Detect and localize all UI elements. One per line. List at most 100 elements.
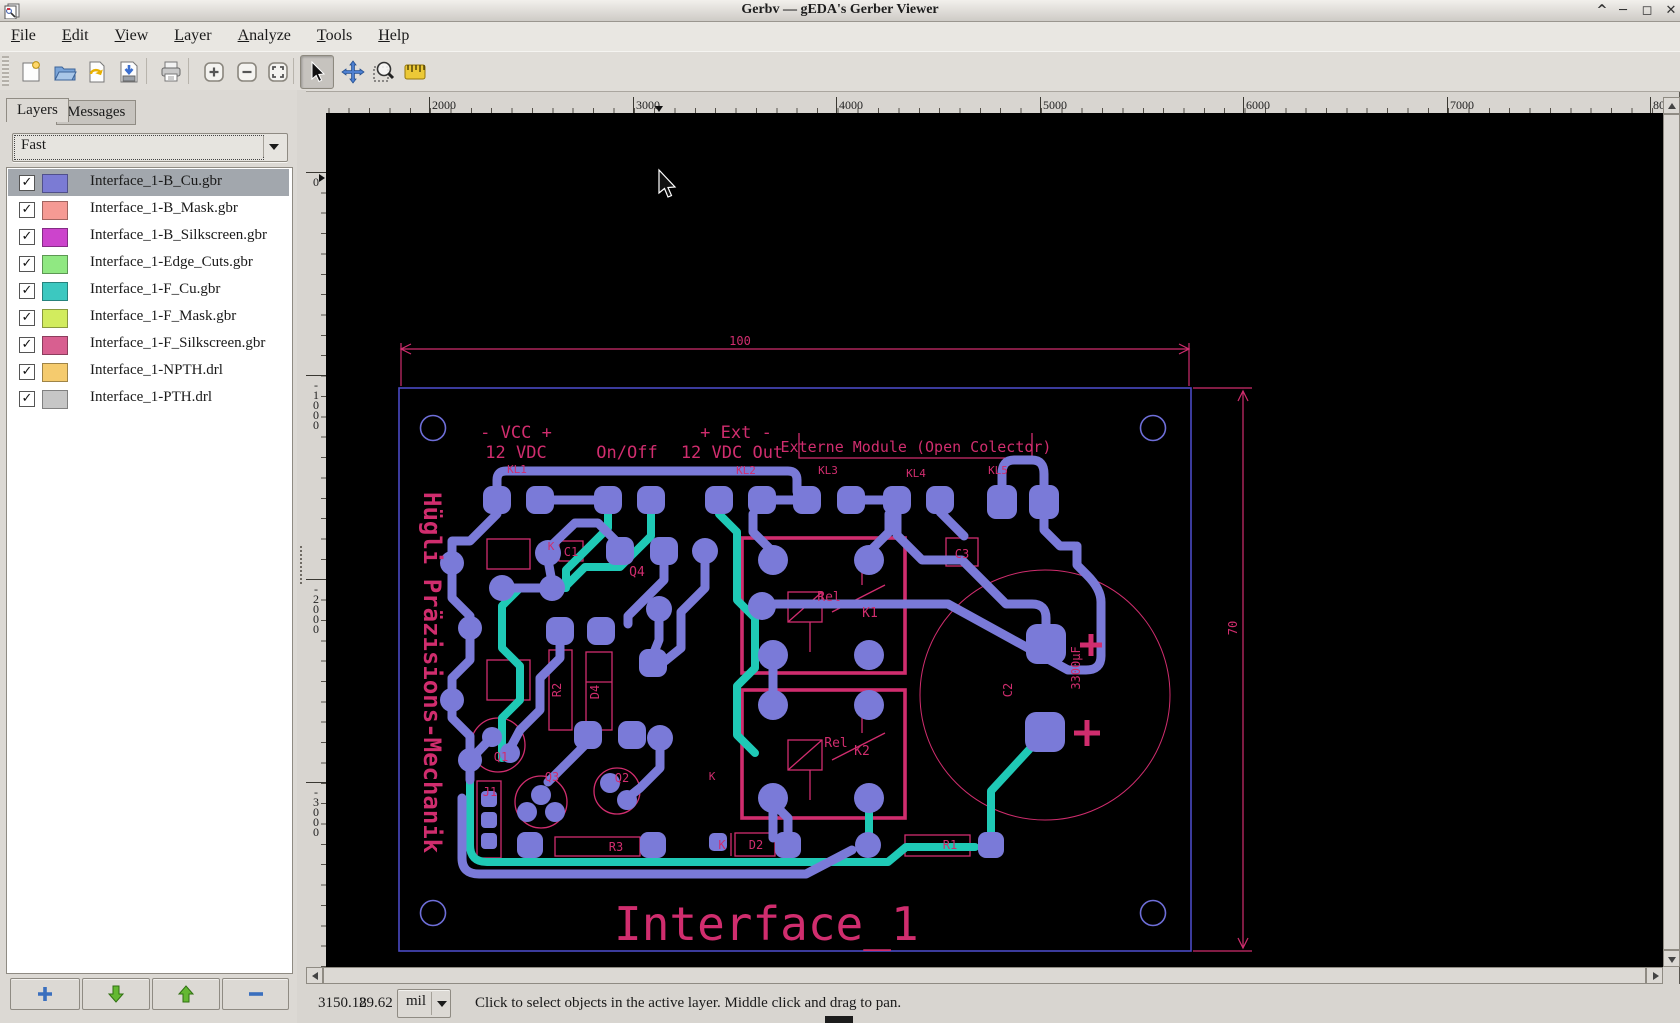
ruler-label: -3000 [309, 785, 323, 835]
menu-file[interactable]: File [0, 22, 47, 49]
render-mode-value: Fast [21, 137, 47, 153]
measure-tool-button[interactable] [398, 55, 432, 89]
pcb-canvas[interactable]: 100 70 - VCC + 12 VDC On/Off + Ext - 12 … [326, 113, 1663, 967]
pointer-tool-button[interactable] [300, 55, 334, 89]
layer-row[interactable]: ✓ Interface_1-F_Mask.gbr [8, 304, 289, 331]
layer-row[interactable]: ✓ Interface_1-PTH.drl [8, 385, 289, 412]
silk-board-name: Interface_1 [614, 897, 919, 951]
layer-color-swatch[interactable] [42, 228, 68, 247]
zoom-region-tool-button[interactable] [367, 55, 401, 89]
silk-k: K [709, 770, 716, 783]
minimize-button[interactable]: ─ [1612, 1, 1634, 20]
horizontal-scrollbar[interactable] [306, 967, 1663, 984]
silk-k2: K2 [854, 744, 870, 759]
print-button[interactable] [154, 55, 188, 89]
layer-color-swatch[interactable] [42, 255, 68, 274]
save-icon [120, 61, 138, 83]
vertical-scrollbar[interactable] [1663, 97, 1680, 967]
layer-visibility-checkbox[interactable]: ✓ [19, 364, 35, 380]
dim-width-label: 100 [729, 334, 751, 348]
layer-row[interactable]: ✓ Interface_1-Edge_Cuts.gbr [8, 250, 289, 277]
layer-visibility-checkbox[interactable]: ✓ [19, 256, 35, 272]
layer-row[interactable]: ✓ Interface_1-B_Silkscreen.gbr [8, 223, 289, 250]
toolbar-separator [146, 58, 148, 84]
layer-row[interactable]: ✓ Interface_1-F_Cu.gbr [8, 277, 289, 304]
dim-height-label: 70 [1226, 621, 1240, 635]
layer-list[interactable]: ✓ Interface_1-B_Cu.gbr ✓ Interface_1-B_M… [6, 167, 293, 974]
units-dropdown[interactable]: mil [397, 989, 451, 1018]
layer-color-swatch[interactable] [42, 336, 68, 355]
menu-view[interactable]: View [104, 22, 160, 49]
ruler-label: 4000 [839, 98, 863, 112]
ruler-label: -1000 [309, 378, 323, 428]
pane-splitter[interactable] [297, 90, 306, 1023]
layer-visibility-checkbox[interactable]: ✓ [19, 337, 35, 353]
toolbar-grip[interactable] [2, 56, 9, 86]
render-mode-focus [14, 135, 264, 160]
layer-row[interactable]: ✓ Interface_1-B_Cu.gbr [8, 169, 289, 196]
menu-tools[interactable]: Tools [306, 22, 363, 49]
add-layer-button[interactable] [10, 978, 80, 1010]
toolbar-separator [188, 58, 190, 84]
maximize-button[interactable]: ◻ [1636, 1, 1658, 20]
layer-color-swatch[interactable] [42, 309, 68, 328]
layer-row[interactable]: ✓ Interface_1-NPTH.drl [8, 358, 289, 385]
layer-color-swatch[interactable] [42, 201, 68, 220]
new-file-button[interactable] [14, 55, 48, 89]
menu-layer[interactable]: Layer [163, 22, 222, 49]
remove-layer-button[interactable] [222, 978, 289, 1010]
layer-visibility-checkbox[interactable]: ✓ [19, 175, 35, 191]
layer-color-swatch[interactable] [42, 174, 68, 193]
scroll-right-button[interactable] [1646, 967, 1663, 984]
layer-color-swatch[interactable] [42, 363, 68, 382]
move-layer-up-button[interactable] [152, 978, 220, 1010]
scroll-up-button[interactable] [1663, 97, 1680, 114]
layer-color-swatch[interactable] [42, 282, 68, 301]
layer-name: Interface_1-B_Cu.gbr [90, 173, 223, 189]
menu-analyze[interactable]: Analyze [227, 22, 302, 49]
layer-visibility-checkbox[interactable]: ✓ [19, 391, 35, 407]
silk-ext-2: 12 VDC Out [681, 443, 783, 463]
layer-visibility-checkbox[interactable]: ✓ [19, 283, 35, 299]
cursor-y-coordinate: 29.62 [359, 995, 393, 1011]
zoom-fit-button[interactable] [261, 55, 295, 89]
vertical-scroll-thumb[interactable] [1663, 114, 1680, 950]
silk-q3: Q3 [545, 770, 559, 784]
save-button[interactable] [112, 55, 146, 89]
tab-layers[interactable]: Layers [6, 98, 69, 122]
silk-cap-value: 3300µF [1069, 646, 1083, 689]
zoom-in-button[interactable] [197, 55, 231, 89]
silk-ext-1: + Ext - [700, 423, 772, 443]
ruler-label: 8000 [1653, 98, 1663, 112]
titlebar[interactable]: Gerbv — gEDA's Gerber Viewer ^ ─ ◻ ✕ [0, 0, 1680, 22]
revert-button[interactable] [80, 55, 114, 89]
layer-name: Interface_1-PTH.drl [90, 389, 213, 405]
close-button[interactable]: ✕ [1660, 1, 1680, 20]
pan-tool-button[interactable] [336, 55, 370, 89]
toolbar [0, 51, 1680, 92]
menu-edit[interactable]: Edit [51, 22, 100, 49]
layer-row[interactable]: ✓ Interface_1-F_Silkscreen.gbr [8, 331, 289, 358]
layer-visibility-checkbox[interactable]: ✓ [19, 310, 35, 326]
render-mode-dropdown-button[interactable] [263, 136, 285, 157]
render-mode-dropdown[interactable]: Fast [12, 133, 288, 162]
units-value: mil [406, 993, 427, 1009]
ruler-label: -2000 [309, 582, 323, 632]
silk-c2: C2 [1001, 683, 1015, 697]
menu-help[interactable]: Help [367, 22, 420, 49]
scroll-left-button[interactable] [306, 967, 323, 984]
silk-j1: J1 [483, 785, 497, 799]
layer-color-swatch[interactable] [42, 390, 68, 409]
zoom-out-button[interactable] [230, 55, 264, 89]
horizontal-scroll-thumb[interactable] [323, 967, 1646, 984]
layer-visibility-checkbox[interactable]: ✓ [19, 229, 35, 245]
layer-visibility-checkbox[interactable]: ✓ [19, 202, 35, 218]
scroll-down-button[interactable] [1663, 950, 1680, 967]
silk-r1: R1 [943, 838, 957, 852]
move-layer-down-button[interactable] [82, 978, 150, 1010]
silk-module: Externe Module (Open Colector) [781, 438, 1052, 456]
open-file-button[interactable] [48, 55, 82, 89]
pan-tool-icon [341, 60, 365, 84]
shade-button[interactable]: ^ [1591, 1, 1613, 20]
layer-row[interactable]: ✓ Interface_1-B_Mask.gbr [8, 196, 289, 223]
